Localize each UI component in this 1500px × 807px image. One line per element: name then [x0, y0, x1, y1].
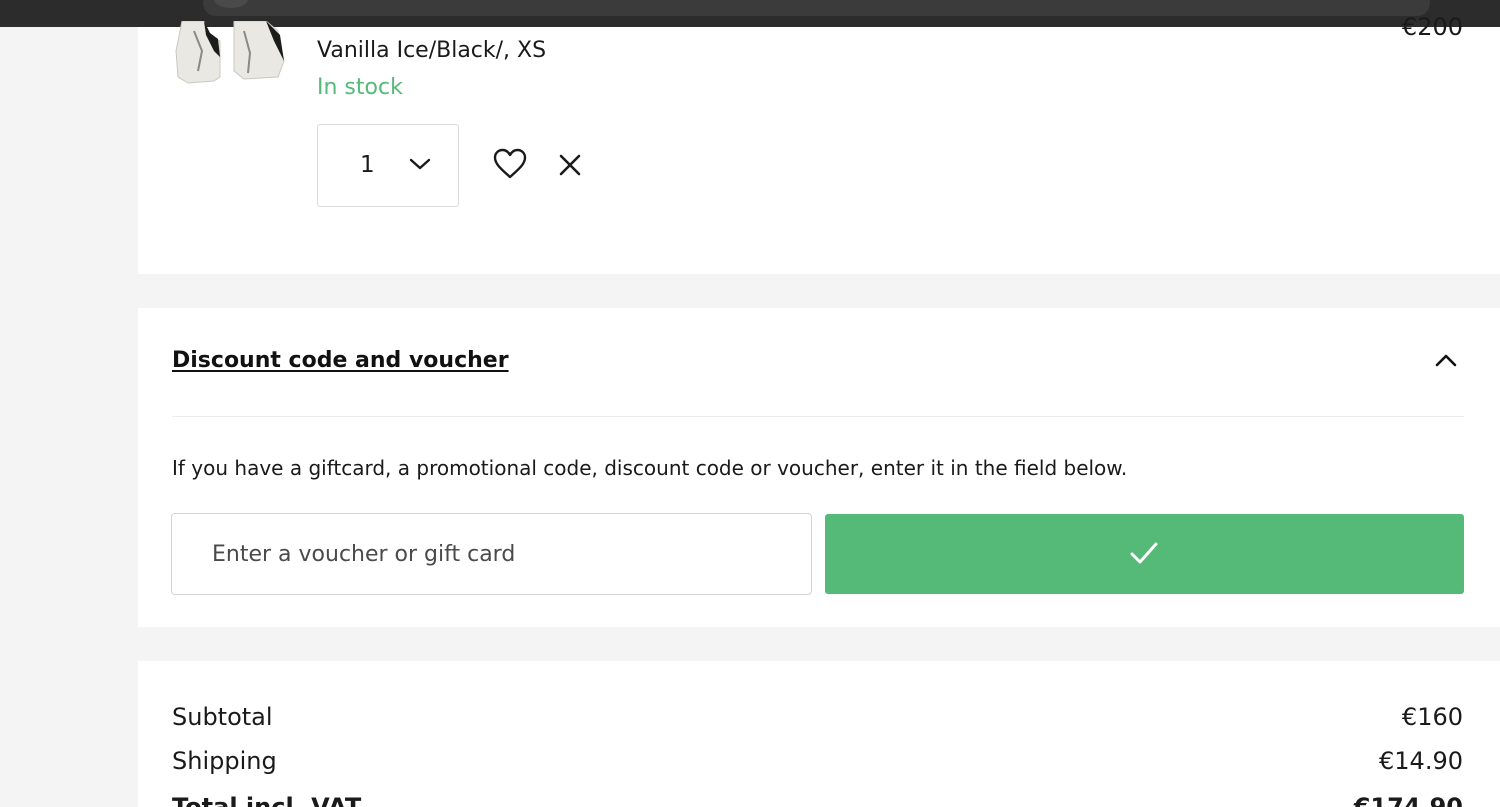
- apply-voucher-button[interactable]: [825, 514, 1464, 594]
- total-label: Total incl. VAT: [172, 793, 362, 807]
- chevron-down-icon: [409, 158, 431, 170]
- subtotal-value: €160: [1401, 703, 1463, 731]
- shipping-label: Shipping: [172, 747, 277, 775]
- order-summary: Subtotal €160 Shipping €14.90 Total incl…: [138, 661, 1500, 807]
- shipping-value: €14.90: [1379, 747, 1463, 775]
- checkmark-icon: [1130, 542, 1158, 564]
- discount-help-text: If you have a giftcard, a promotional co…: [172, 456, 1128, 480]
- address-bar[interactable]: [203, 0, 1430, 16]
- heart-icon[interactable]: [493, 148, 527, 180]
- chevron-up-icon[interactable]: [1434, 352, 1458, 368]
- section-divider: [172, 416, 1464, 417]
- cart-item-card: €200 Vanilla Ice/Black/, XS In stock 1: [138, 13, 1500, 274]
- quantity-value: 1: [360, 152, 375, 178]
- voucher-input[interactable]: [171, 513, 812, 595]
- item-price: €200: [1401, 13, 1463, 41]
- stock-status: In stock: [317, 75, 403, 100]
- item-variant: Vanilla Ice/Black/, XS: [317, 38, 547, 63]
- total-value: €174.90: [1353, 793, 1463, 807]
- discount-section: Discount code and voucher If you have a …: [138, 308, 1500, 627]
- discount-toggle-title[interactable]: Discount code and voucher: [172, 348, 509, 373]
- product-thumbnail[interactable]: [174, 21, 288, 87]
- quantity-select[interactable]: 1: [317, 124, 459, 207]
- subtotal-label: Subtotal: [172, 703, 273, 731]
- close-icon[interactable]: [559, 154, 581, 176]
